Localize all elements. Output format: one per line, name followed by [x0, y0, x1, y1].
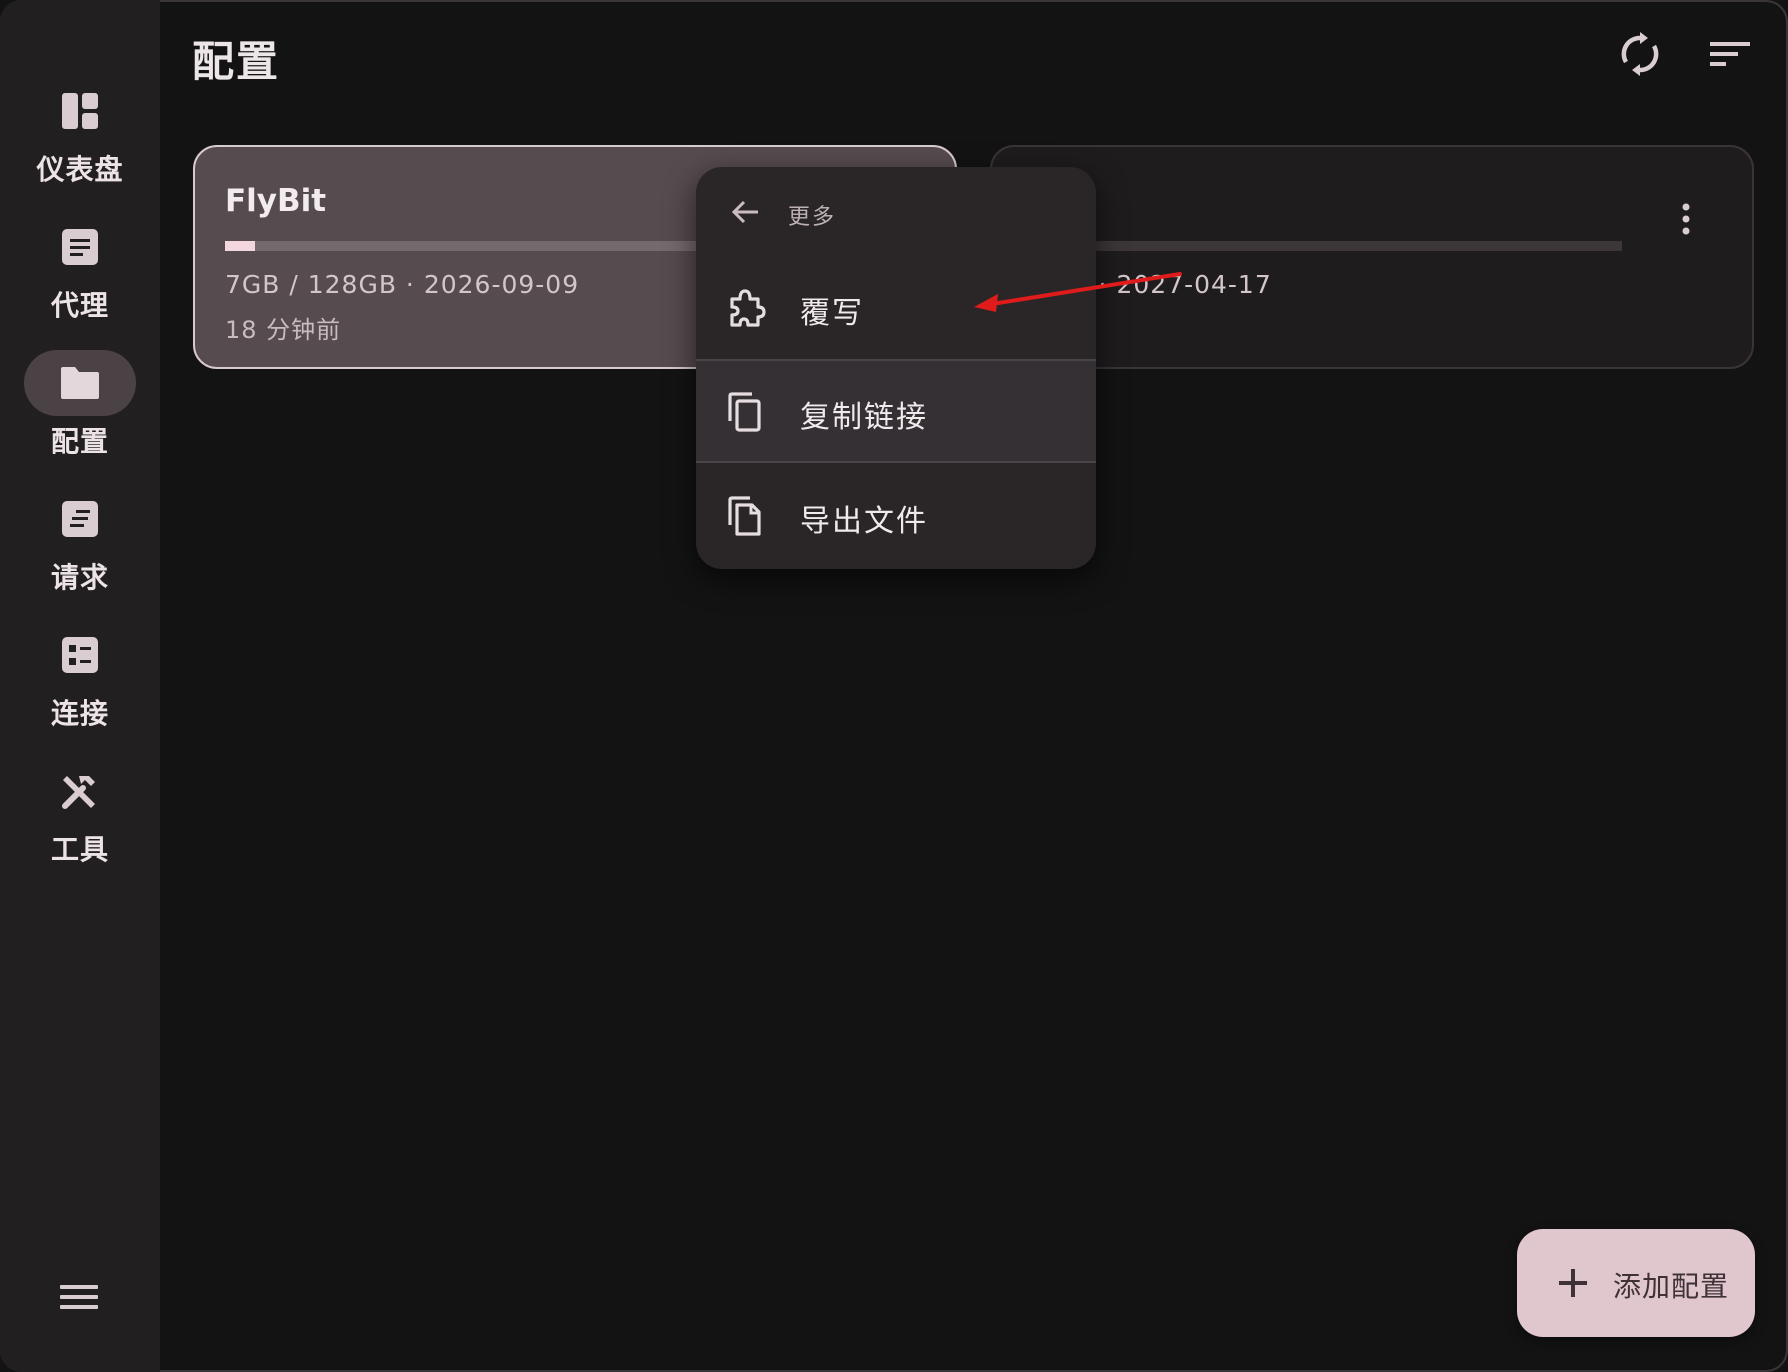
puzzle-icon [726, 287, 766, 329]
sidebar: 仪表盘 代理 配置 请求 连接 工具 [0, 0, 160, 1372]
connections-icon [24, 622, 136, 688]
sidebar-item-label: 仪表盘 [36, 153, 124, 186]
usage-progress-fill [225, 241, 255, 251]
menu-item-label: 复制链接 [800, 400, 928, 435]
app-window: 仪表盘 代理 配置 请求 连接 工具 配置 FlyBit 7GB / 128GB… [0, 0, 1788, 1372]
sidebar-item-label: 工具 [50, 833, 109, 866]
sidebar-item-dashboard[interactable]: 仪表盘 [0, 78, 160, 198]
sidebar-item-profiles[interactable]: 配置 [0, 350, 160, 470]
profile-card[interactable]: / 168GB · 2027-04-17 钟前 [892, 145, 1754, 369]
tools-icon [24, 758, 136, 824]
profile-usage: 7GB / 128GB · 2026-09-09 [225, 270, 580, 299]
sidebar-item-connections[interactable]: 连接 [0, 622, 160, 742]
profile-name: FlyBit [225, 183, 327, 219]
sidebar-item-label: 请求 [50, 561, 109, 594]
copy-icon [726, 391, 766, 433]
arrow-back-icon[interactable] [730, 197, 760, 227]
dashboard-icon [24, 78, 136, 144]
context-menu-header[interactable]: 更多 [696, 167, 1096, 257]
context-menu: 更多 覆写 复制链接 导出文件 [696, 167, 1096, 569]
add-profile-label: 添加配置 [1613, 1270, 1730, 1303]
sidebar-item-tools[interactable]: 工具 [0, 758, 160, 878]
page-title: 配置 [192, 37, 281, 86]
sidebar-item-requests[interactable]: 请求 [0, 486, 160, 606]
hamburger-icon[interactable] [60, 1282, 100, 1314]
more-vert-icon[interactable] [1680, 202, 1692, 236]
file-copy-icon [726, 495, 766, 537]
requests-icon [24, 486, 136, 552]
sidebar-item-label: 连接 [50, 697, 109, 730]
menu-item-label: 覆写 [800, 296, 864, 331]
profile-updated: 18 分钟前 [225, 316, 342, 344]
context-menu-title: 更多 [788, 205, 837, 230]
menu-item-label: 导出文件 [800, 504, 928, 539]
add-profile-button[interactable]: 添加配置 [1517, 1229, 1755, 1337]
sort-icon[interactable] [1706, 30, 1754, 78]
article-icon [24, 214, 136, 280]
sidebar-item-label: 代理 [50, 289, 109, 322]
menu-item-copy-link[interactable]: 复制链接 [696, 359, 1096, 463]
sync-icon[interactable] [1616, 30, 1664, 78]
annotation-arrow [974, 272, 1182, 312]
sidebar-item-label: 配置 [50, 425, 109, 458]
plus-icon [1557, 1267, 1589, 1299]
sidebar-item-proxy[interactable]: 代理 [0, 214, 160, 334]
folder-icon [24, 350, 136, 416]
menu-item-export-file[interactable]: 导出文件 [696, 465, 1096, 569]
